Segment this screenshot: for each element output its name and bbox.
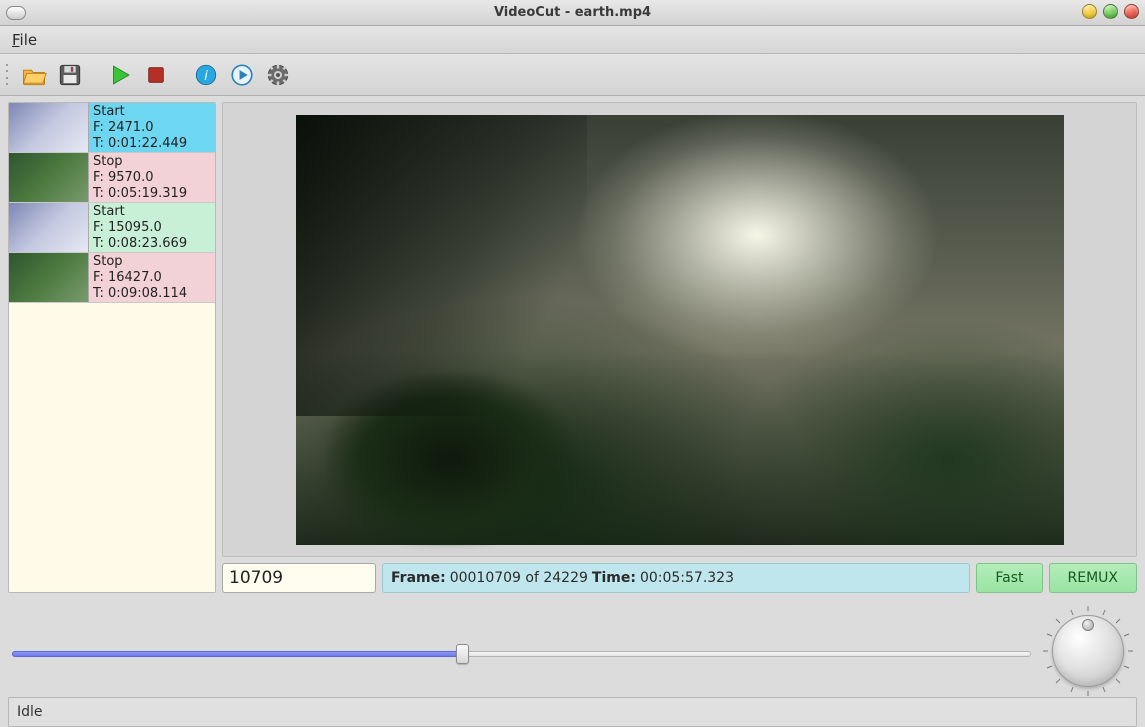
svg-text:i: i xyxy=(204,68,208,83)
toolbar: i xyxy=(0,54,1145,96)
open-folder-icon xyxy=(21,62,47,88)
cut-frame: F: 16427.0 xyxy=(93,270,187,286)
window-minimize-button[interactable] xyxy=(1082,4,1097,19)
cut-text: StartF: 15095.0T: 0:08:23.669 xyxy=(89,203,191,252)
cut-kind: Start xyxy=(93,204,187,220)
cut-frame: F: 9570.0 xyxy=(93,170,187,186)
window-titlebar: VideoCut - earth.mp4 xyxy=(0,0,1145,26)
open-button[interactable] xyxy=(18,59,50,91)
play-button[interactable] xyxy=(104,59,136,91)
toolbar-grip[interactable] xyxy=(6,62,12,88)
cut-list-item[interactable]: StartF: 15095.0T: 0:08:23.669 xyxy=(9,203,215,253)
cut-time: T: 0:08:23.669 xyxy=(93,236,187,252)
cut-frame: F: 15095.0 xyxy=(93,220,187,236)
cut-time: T: 0:09:08.114 xyxy=(93,286,187,302)
remux-button[interactable]: REMUX xyxy=(1049,563,1138,593)
frame-spinbox[interactable]: ▲ ▼ xyxy=(222,563,376,593)
fast-button[interactable]: Fast xyxy=(976,563,1042,593)
stop-icon xyxy=(143,62,169,88)
cut-frame: F: 2471.0 xyxy=(93,120,187,136)
cut-kind: Stop xyxy=(93,254,187,270)
status-bar: Idle xyxy=(8,697,1137,727)
save-icon xyxy=(57,62,83,88)
cut-thumbnail xyxy=(9,203,89,252)
cut-thumbnail xyxy=(9,103,89,152)
menubar: File xyxy=(0,26,1145,54)
gear-icon xyxy=(265,62,291,88)
cut-thumbnail xyxy=(9,153,89,202)
info-icon: i xyxy=(193,62,219,88)
slider-fill xyxy=(12,651,462,657)
video-frame-image xyxy=(296,115,1064,545)
frame-info-time-label: Time: xyxy=(592,570,636,586)
frame-info-frame-value: 00010709 of 24229 xyxy=(450,570,588,586)
frame-info: Frame: 00010709 of 24229 Time: 00:05:57.… xyxy=(382,563,970,593)
video-preview[interactable] xyxy=(222,102,1137,557)
cut-thumbnail xyxy=(9,253,89,302)
cut-list-item[interactable]: StopF: 9570.0T: 0:05:19.319 xyxy=(9,153,215,203)
play-circle-icon xyxy=(229,62,255,88)
timeline-slider[interactable] xyxy=(12,649,1031,659)
play-circle-button[interactable] xyxy=(226,59,258,91)
window-close-button[interactable] xyxy=(1124,4,1139,19)
cut-kind: Stop xyxy=(93,154,187,170)
cut-list-item[interactable]: StartF: 2471.0T: 0:01:22.449 xyxy=(9,103,215,153)
cut-list-item[interactable]: StopF: 16427.0T: 0:09:08.114 xyxy=(9,253,215,303)
cut-text: StartF: 2471.0T: 0:01:22.449 xyxy=(89,103,191,152)
cut-time: T: 0:01:22.449 xyxy=(93,136,187,152)
jog-dial[interactable] xyxy=(1043,606,1133,696)
window-maximize-button[interactable] xyxy=(1103,4,1118,19)
window-title: VideoCut - earth.mp4 xyxy=(0,5,1145,20)
menu-file-label: ile xyxy=(20,31,38,49)
settings-button[interactable] xyxy=(262,59,294,91)
dial-indicator xyxy=(1082,619,1094,631)
frame-info-time-value: 00:05:57.323 xyxy=(640,570,734,586)
frame-info-frame-label: Frame: xyxy=(391,570,446,586)
menu-file[interactable]: File xyxy=(6,28,43,52)
save-button[interactable] xyxy=(54,59,86,91)
cut-text: StopF: 16427.0T: 0:09:08.114 xyxy=(89,253,191,302)
cut-kind: Start xyxy=(93,104,187,120)
cut-text: StopF: 9570.0T: 0:05:19.319 xyxy=(89,153,191,202)
cut-list[interactable]: StartF: 2471.0T: 0:01:22.449StopF: 9570.… xyxy=(8,102,216,593)
status-text: Idle xyxy=(17,704,43,720)
slider-thumb[interactable] xyxy=(456,644,469,664)
stop-button[interactable] xyxy=(140,59,172,91)
info-button[interactable]: i xyxy=(190,59,222,91)
cut-time: T: 0:05:19.319 xyxy=(93,186,187,202)
play-icon xyxy=(107,62,133,88)
